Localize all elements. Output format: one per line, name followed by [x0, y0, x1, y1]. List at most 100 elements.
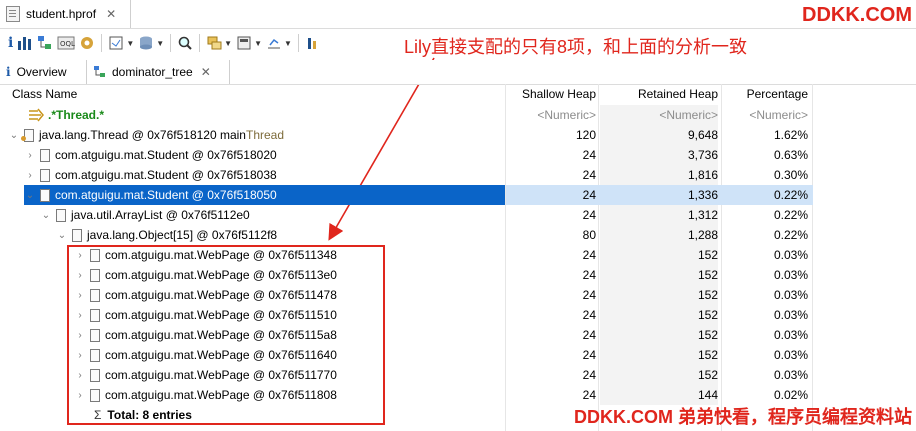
- tab-dominator-tree[interactable]: dominator_tree ✕: [86, 60, 230, 84]
- row-retained: 152: [600, 285, 718, 305]
- row-shallow: 24: [582, 308, 596, 322]
- row-shallow: 24: [582, 248, 596, 262]
- table-row[interactable]: › com.atguigu.mat.Student @ 0x76f518038 …: [0, 165, 813, 185]
- row-name-suffix: Thread: [245, 128, 285, 142]
- row-retained: 3,736: [600, 145, 718, 165]
- thread-overview-button[interactable]: [79, 33, 95, 53]
- row-percentage: 0.03%: [773, 308, 808, 322]
- chevron-right-icon[interactable]: ›: [24, 170, 36, 181]
- calculate-button[interactable]: ▼: [236, 33, 262, 53]
- row-shallow: 24: [582, 348, 596, 362]
- chevron-right-icon[interactable]: ›: [24, 150, 36, 161]
- tab-overview[interactable]: i Overview: [6, 60, 84, 84]
- thread-overview-icon: [81, 37, 94, 49]
- row-retained: 152: [600, 365, 718, 385]
- leak-icon: [307, 38, 316, 49]
- chevron-down-icon: ▼: [126, 38, 135, 48]
- table-header: Class Name Shallow Heap Retained Heap Pe…: [0, 84, 813, 104]
- editor-tab-student-hprof[interactable]: student.hprof ✕: [0, 0, 131, 28]
- oql-icon: OQL: [57, 36, 75, 50]
- search-button[interactable]: [177, 33, 193, 53]
- file-icon: [6, 6, 20, 22]
- annotation-highlight-box: [67, 245, 385, 425]
- table-row[interactable]: ⌄ java.lang.Object[15] @ 0x76f5112f8 80 …: [0, 225, 813, 245]
- row-percentage: 0.03%: [773, 368, 808, 382]
- array-icon: [72, 228, 82, 242]
- query-browser-button[interactable]: ▼: [138, 33, 164, 53]
- toolbar-separator: [170, 34, 172, 52]
- object-icon: [40, 168, 50, 182]
- row-shallow: 24: [582, 148, 596, 162]
- filter-row[interactable]: .*Thread.* <Numeric> <Numeric> <Numeric>: [0, 105, 813, 125]
- object-icon: [40, 188, 50, 202]
- row-percentage: 0.03%: [773, 268, 808, 282]
- row-percentage: 0.02%: [773, 388, 808, 402]
- row-name: java.lang.Thread @ 0x76f518120 main: [39, 128, 246, 142]
- table-row-selected[interactable]: ⌄ com.atguigu.mat.Student @ 0x76f518050 …: [0, 185, 813, 205]
- row-percentage: 0.03%: [773, 288, 808, 302]
- filter-retained[interactable]: <Numeric>: [600, 105, 718, 125]
- chevron-down-icon[interactable]: ⌄: [40, 210, 52, 221]
- row-percentage: 0.22%: [773, 228, 808, 242]
- filter-percentage[interactable]: <Numeric>: [722, 105, 808, 125]
- row-shallow: 24: [582, 168, 596, 182]
- editor-tabbar: student.hprof ✕: [0, 0, 916, 29]
- chevron-down-icon[interactable]: ⌄: [56, 230, 68, 241]
- row-shallow: 24: [582, 188, 596, 202]
- reports-button[interactable]: ▼: [108, 33, 134, 53]
- row-retained: 1,816: [600, 165, 718, 185]
- toolbar-separator: [199, 34, 201, 52]
- view-tabbar: i Overview dominator_tree ✕: [0, 60, 916, 85]
- tab-overview-label: Overview: [16, 65, 67, 79]
- filter-regex[interactable]: .*Thread.*: [48, 108, 104, 122]
- group-button[interactable]: ▼: [206, 33, 232, 53]
- info-icon: i: [6, 65, 11, 79]
- row-shallow: 24: [582, 328, 596, 342]
- chevron-down-icon[interactable]: ⌄: [24, 190, 36, 201]
- object-icon: [56, 208, 66, 222]
- export-button[interactable]: ▼: [266, 33, 292, 53]
- row-name: com.atguigu.mat.Student @ 0x76f518020: [55, 148, 277, 162]
- table-row[interactable]: ⌄ java.util.ArrayList @ 0x76f5112e0 24 1…: [0, 205, 813, 225]
- table-row[interactable]: ⌄ java.lang.Thread @ 0x76f518120 main Th…: [0, 125, 813, 145]
- export-icon: [268, 38, 281, 49]
- oql-button[interactable]: OQL: [57, 33, 75, 53]
- row-name: java.util.ArrayList @ 0x76f5112e0: [71, 208, 250, 222]
- row-shallow: 24: [582, 268, 596, 282]
- column-header-class-name[interactable]: Class Name: [12, 84, 77, 104]
- filter-icon: [29, 108, 44, 122]
- column-header-retained-heap[interactable]: Retained Heap: [600, 84, 718, 104]
- query-browser-icon: [140, 36, 153, 50]
- close-icon[interactable]: ✕: [106, 7, 116, 21]
- row-percentage: 0.22%: [773, 188, 808, 202]
- close-icon[interactable]: ✕: [201, 65, 211, 79]
- row-retained: 152: [600, 325, 718, 345]
- row-percentage: 0.03%: [773, 248, 808, 262]
- histogram-button[interactable]: [17, 33, 33, 53]
- row-percentage: 0.63%: [773, 148, 808, 162]
- dominator-tree-icon: [38, 36, 52, 49]
- row-retained: 152: [600, 265, 718, 285]
- info-button[interactable]: i: [8, 33, 13, 53]
- chevron-down-icon: ▼: [254, 38, 263, 48]
- table-row[interactable]: › com.atguigu.mat.Student @ 0x76f518020 …: [0, 145, 813, 165]
- row-percentage: 0.22%: [773, 208, 808, 222]
- watermark-bottom: DDKK.COM 弟弟快看，程序员编程资料站: [574, 407, 912, 427]
- column-header-percentage[interactable]: Percentage: [722, 84, 808, 104]
- thread-object-icon: [21, 128, 34, 142]
- row-name: com.atguigu.mat.Student @ 0x76f518038: [55, 168, 277, 182]
- leak-suspects-button[interactable]: [305, 33, 321, 53]
- filter-shallow[interactable]: <Numeric>: [506, 105, 596, 125]
- dominator-tree-button[interactable]: [37, 33, 53, 53]
- chevron-down-icon: ▼: [224, 38, 233, 48]
- row-shallow: 24: [582, 388, 596, 402]
- dominator-tree-icon: [94, 66, 105, 77]
- row-name: java.lang.Object[15] @ 0x76f5112f8: [87, 228, 278, 242]
- chevron-down-icon: ▼: [156, 38, 165, 48]
- row-percentage: 0.03%: [773, 328, 808, 342]
- row-retained: 152: [600, 305, 718, 325]
- chevron-down-icon[interactable]: ⌄: [8, 130, 20, 141]
- column-header-shallow-heap[interactable]: Shallow Heap: [506, 84, 596, 104]
- row-shallow: 24: [582, 288, 596, 302]
- row-retained: 144: [600, 385, 718, 405]
